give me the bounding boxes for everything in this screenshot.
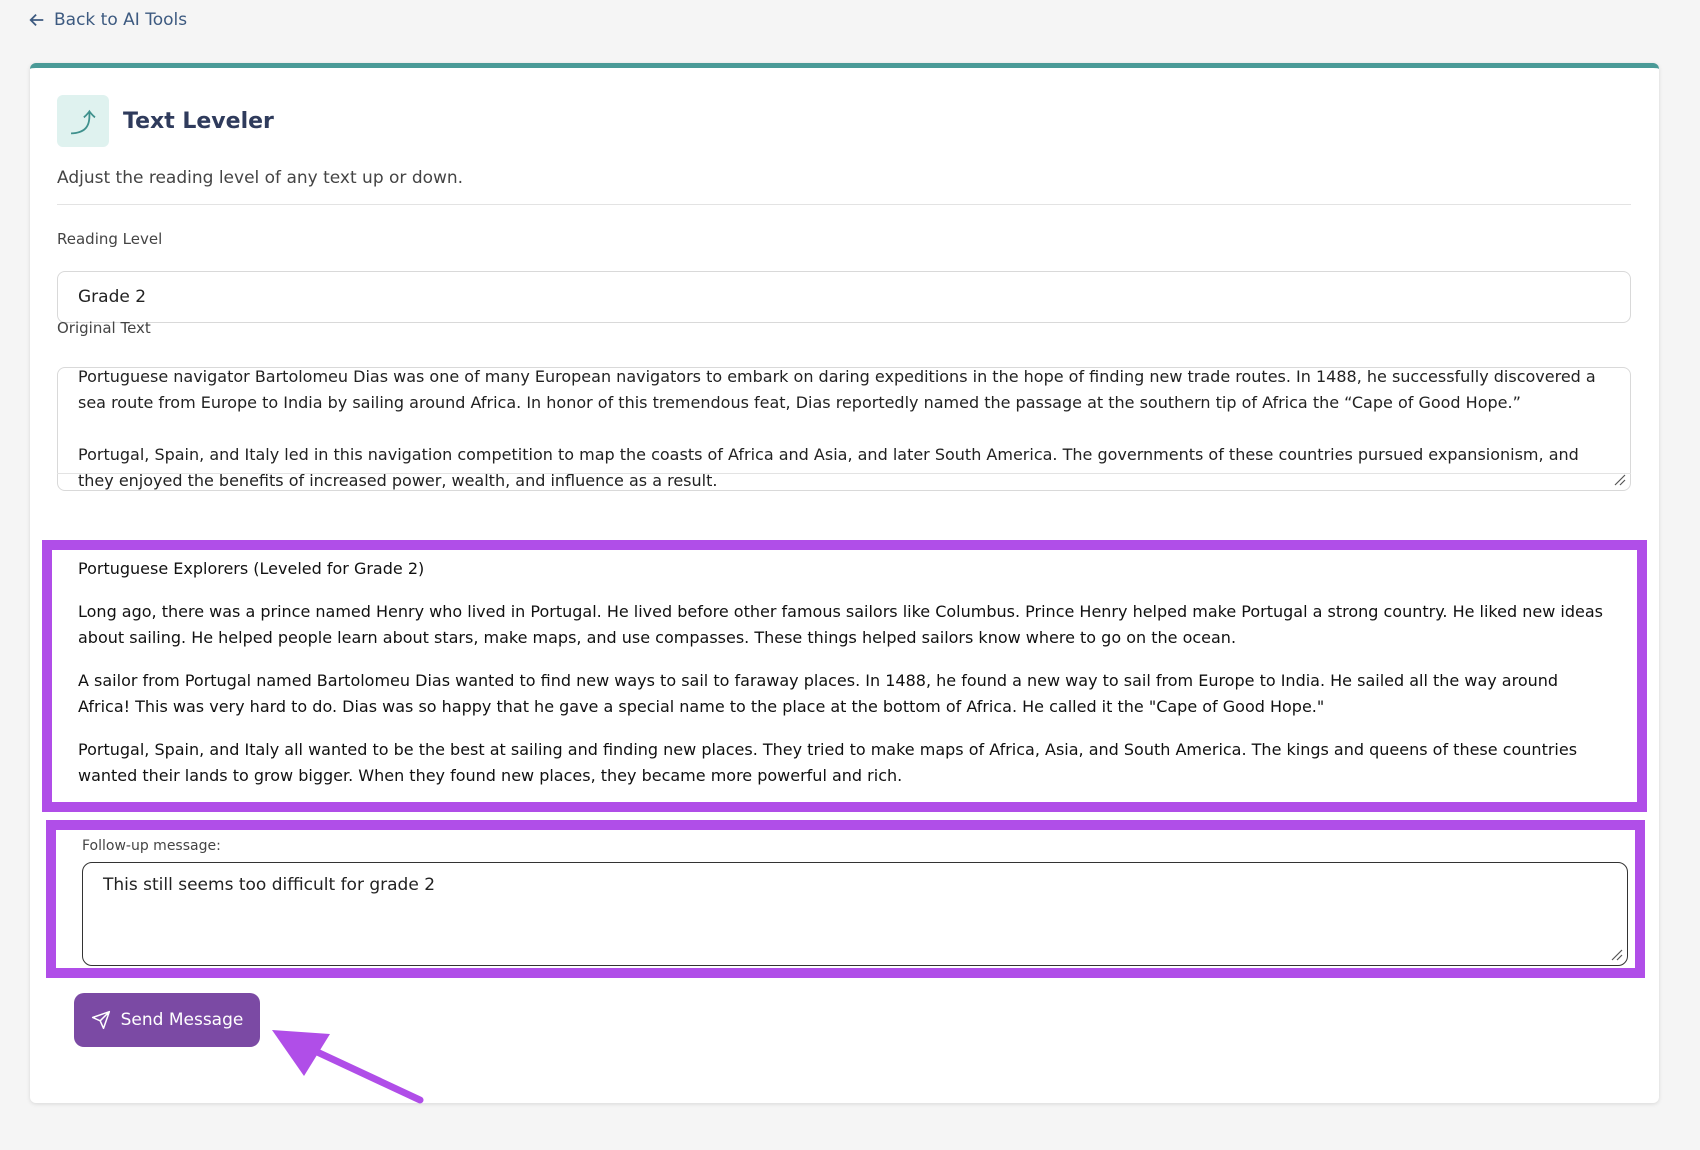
original-text-paragraph: Portuguese navigator Bartolomeu Dias was… (78, 367, 1596, 412)
output-paragraph: Portugal, Spain, and Italy all wanted to… (78, 740, 1578, 785)
leveled-output: Portuguese Explorers (Leveled for Grade … (42, 540, 1647, 812)
reading-level-value: Grade 2 (78, 287, 147, 307)
followup-label: Follow-up message: (82, 838, 221, 854)
output-paragraph: A sailor from Portugal named Bartolomeu … (78, 671, 1559, 716)
tool-card: ⤴ Text Leveler Adjust the reading level … (30, 63, 1659, 1104)
followup-input-value: This still seems too difficult for grade… (103, 875, 436, 895)
reading-level-label: Reading Level (57, 230, 163, 248)
original-text-label: Original Text (57, 319, 151, 337)
level-up-icon: ⤴ (57, 95, 109, 147)
resize-grip-icon[interactable] (1612, 472, 1626, 486)
followup-input[interactable]: This still seems too difficult for grade… (82, 862, 1628, 966)
tool-description: Adjust the reading level of any text up … (57, 168, 464, 188)
send-button-label: Send Message (120, 1010, 244, 1030)
header-divider (57, 204, 1631, 205)
resize-grip-icon[interactable] (1609, 947, 1623, 961)
annotation-arrow-icon (272, 1030, 424, 1104)
original-text-paragraph: Portugal, Spain, and Italy led in this n… (78, 445, 1579, 490)
tool-header: ⤴ Text Leveler (57, 95, 274, 147)
arrow-left-icon (29, 13, 44, 27)
send-icon (91, 1010, 110, 1030)
tool-title: Text Leveler (123, 108, 274, 134)
send-message-button[interactable]: Send Message (74, 993, 260, 1047)
back-link-label: Back to AI Tools (54, 10, 188, 30)
form-divider (57, 473, 1631, 474)
followup-section: Follow-up message: This still seems too … (46, 820, 1645, 978)
reading-level-select[interactable]: Grade 2 (57, 271, 1631, 323)
output-paragraph: Long ago, there was a prince named Henry… (78, 602, 1603, 647)
output-title: Portuguese Explorers (Leveled for Grade … (78, 559, 425, 578)
back-to-ai-tools-link[interactable]: Back to AI Tools (28, 10, 187, 30)
